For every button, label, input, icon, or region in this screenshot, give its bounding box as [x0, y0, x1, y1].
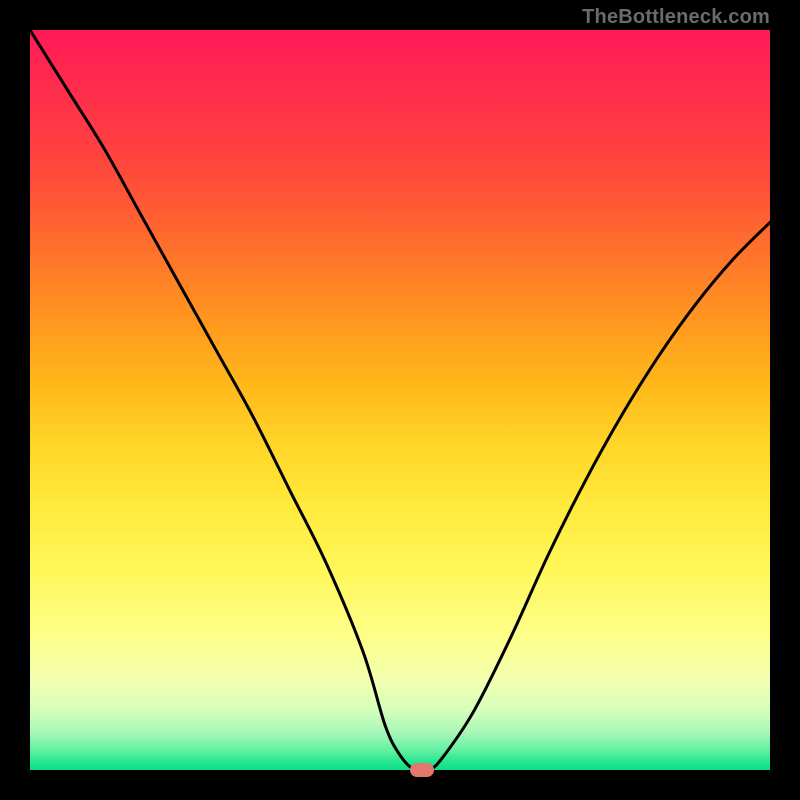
optimal-marker [410, 763, 434, 777]
plot-area [30, 30, 770, 770]
bottleneck-curve [30, 30, 770, 770]
chart-container: TheBottleneck.com [0, 0, 800, 800]
brand-watermark: TheBottleneck.com [582, 6, 770, 29]
